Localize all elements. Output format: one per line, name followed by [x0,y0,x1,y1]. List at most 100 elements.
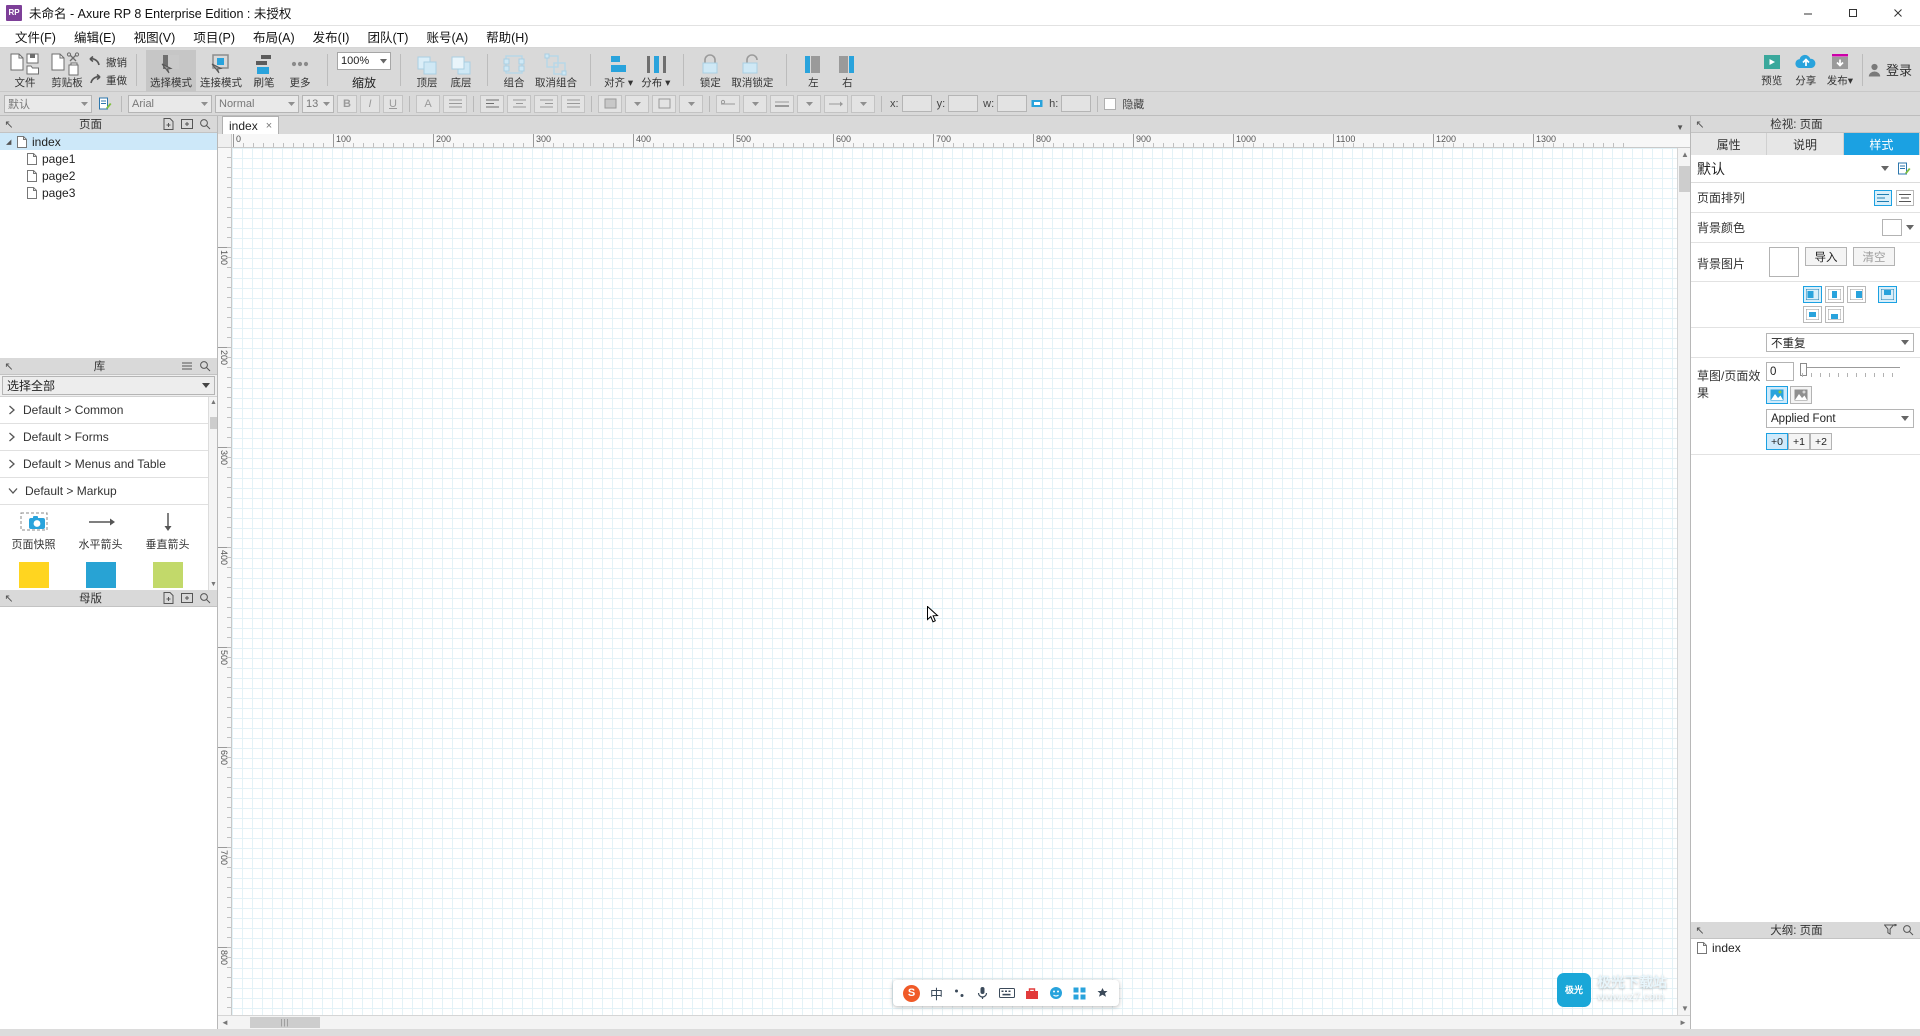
w-input[interactable] [997,95,1028,112]
tab-style[interactable]: 样式 [1843,133,1920,155]
collapse-panel-icon[interactable]: ↖ [0,592,18,605]
select-mode-button[interactable]: 选择模式 [146,50,196,92]
vertical-ruler[interactable]: 100 200 300 400 500 600 700 800 [218,148,232,1015]
left-button[interactable]: 左 [796,50,830,92]
outline-item-index[interactable]: index [1691,939,1920,957]
font-color-button[interactable]: A [416,94,440,113]
clipboard-button[interactable]: 剪贴板 [46,50,88,92]
align-left-button[interactable] [480,94,504,113]
menu-view[interactable]: 视图(V) [125,25,185,48]
collapse-panel-icon[interactable]: ↖ [0,360,18,373]
masters-body[interactable] [0,607,217,1029]
underline-button[interactable]: U [383,94,403,113]
color-sketch-button[interactable] [1766,386,1788,404]
library-category-forms[interactable]: Default > Forms [0,424,217,451]
scroll-up-icon[interactable]: ▲ [1681,150,1689,159]
add-folder-icon[interactable] [181,592,199,604]
file-button[interactable]: 文件 [4,50,46,92]
line-style-dropdown-button[interactable] [743,94,767,113]
fill-dropdown-button[interactable] [625,94,649,113]
line-width-button[interactable] [770,94,794,113]
search-icon[interactable] [199,118,217,130]
ime-language-icon[interactable]: 中 [930,984,943,1003]
align-right-button[interactable] [534,94,558,113]
redo-button[interactable]: 重做 [88,71,127,89]
h-input[interactable] [1061,95,1092,112]
ime-apps-icon[interactable] [1073,987,1086,1000]
tab-notes[interactable]: 说明 [1767,133,1844,155]
outline-body[interactable]: index [1691,939,1920,1029]
undo-button[interactable]: 撤销 [88,53,127,71]
library-select[interactable]: 选择全部 [2,376,215,395]
library-scroll-thumb[interactable] [210,417,217,429]
preview-button[interactable]: 预览 [1755,48,1789,90]
hamburger-icon[interactable] [181,360,199,372]
more-button[interactable]: 更多 [282,50,318,92]
add-folder-icon[interactable] [181,118,199,130]
search-icon[interactable] [1902,924,1920,936]
menu-file[interactable]: 文件(F) [6,25,65,48]
bg-align-left-button[interactable] [1803,286,1822,303]
collapse-panel-icon[interactable]: ↖ [1691,118,1709,131]
widget-style-select[interactable]: 默认 [4,94,92,113]
lock-button[interactable]: 锁定 [693,50,727,92]
menu-team[interactable]: 团队(T) [358,25,417,48]
document-tab-index[interactable]: index × [222,116,280,134]
scroll-right-icon[interactable]: ► [1676,1018,1690,1027]
add-master-icon[interactable] [163,592,181,604]
border-dropdown-button[interactable] [679,94,703,113]
pages-tree[interactable]: ◢ index page1 page2 page3 [0,133,217,358]
share-button[interactable]: 分享 [1789,48,1823,90]
scroll-down-icon[interactable]: ▼ [210,581,217,588]
library-category-menus-table[interactable]: Default > Menus and Table [0,451,217,478]
style-dropdown-button[interactable] [1876,166,1894,171]
library-category-markup[interactable]: Default > Markup [0,478,217,505]
library-item-page-snapshot[interactable]: 页面快照 [0,511,67,552]
menu-edit[interactable]: 编辑(E) [65,25,125,48]
bg-valign-top-button[interactable] [1878,286,1897,303]
edit-style-button[interactable] [1894,162,1914,176]
library-scrollbar[interactable]: ▲ ▼ [208,397,217,590]
send-back-button[interactable]: 底层 [444,50,478,92]
background-color-swatch[interactable] [1882,219,1902,236]
clear-image-button[interactable]: 清空 [1853,247,1895,266]
ime-keyboard-icon[interactable] [999,987,1016,999]
background-repeat-select[interactable]: 不重复 [1766,333,1914,352]
collapse-panel-icon[interactable]: ↖ [1691,924,1709,937]
design-canvas[interactable]: S 中 极光 极光下载站 www.xz7.com [232,148,1677,1015]
tree-item-index[interactable]: ◢ index [0,133,217,150]
close-icon[interactable]: × [266,120,272,132]
tree-item-page1[interactable]: page1 [0,150,217,167]
menu-layout[interactable]: 布局(A) [244,25,304,48]
hidden-checkbox-group[interactable]: 隐藏 [1104,96,1144,112]
scroll-down-icon[interactable]: ▼ [1681,1004,1689,1013]
right-button[interactable]: 右 [830,50,864,92]
hidden-checkbox[interactable] [1104,97,1117,110]
bring-front-button[interactable]: 顶层 [410,50,444,92]
font-step-0-button[interactable]: +0 [1766,433,1788,450]
grayscale-sketch-button[interactable] [1790,386,1812,404]
sketch-value-input[interactable]: 0 [1766,362,1794,381]
menu-project[interactable]: 项目(P) [184,25,244,48]
text-list-button[interactable] [443,94,467,113]
sketch-slider[interactable] [1800,362,1900,381]
arrow-style-dropdown-button[interactable] [851,94,875,113]
fill-color-button[interactable] [598,94,622,113]
font-step-1-button[interactable]: +1 [1788,433,1810,450]
library-item-blue-note[interactable] [67,562,134,588]
ime-toolbox-icon[interactable] [1025,987,1039,1000]
page-align-left-button[interactable] [1874,189,1892,206]
format-painter-button[interactable]: 刷笔 [246,50,282,92]
library-item-yellow-note[interactable] [0,562,67,588]
horizontal-ruler[interactable]: 0 100 200 300 400 500 600 700 800 900 1000 1100 1200… [232,134,1690,148]
connect-mode-button[interactable]: 连接模式 [196,50,246,92]
scroll-up-icon[interactable]: ▲ [210,399,217,406]
tab-overflow-chevron-icon[interactable]: ▼ [1676,123,1684,132]
tree-item-page2[interactable]: page2 [0,167,217,184]
tree-item-page3[interactable]: page3 [0,184,217,201]
canvas-horizontal-scrollbar[interactable]: ◄ ||| ► [218,1015,1690,1029]
publish-button[interactable]: 发布▾ [1823,48,1857,90]
font-weight-select[interactable]: Normal [215,94,299,113]
chevron-down-icon[interactable] [1906,225,1914,230]
menu-account[interactable]: 账号(A) [417,25,477,48]
